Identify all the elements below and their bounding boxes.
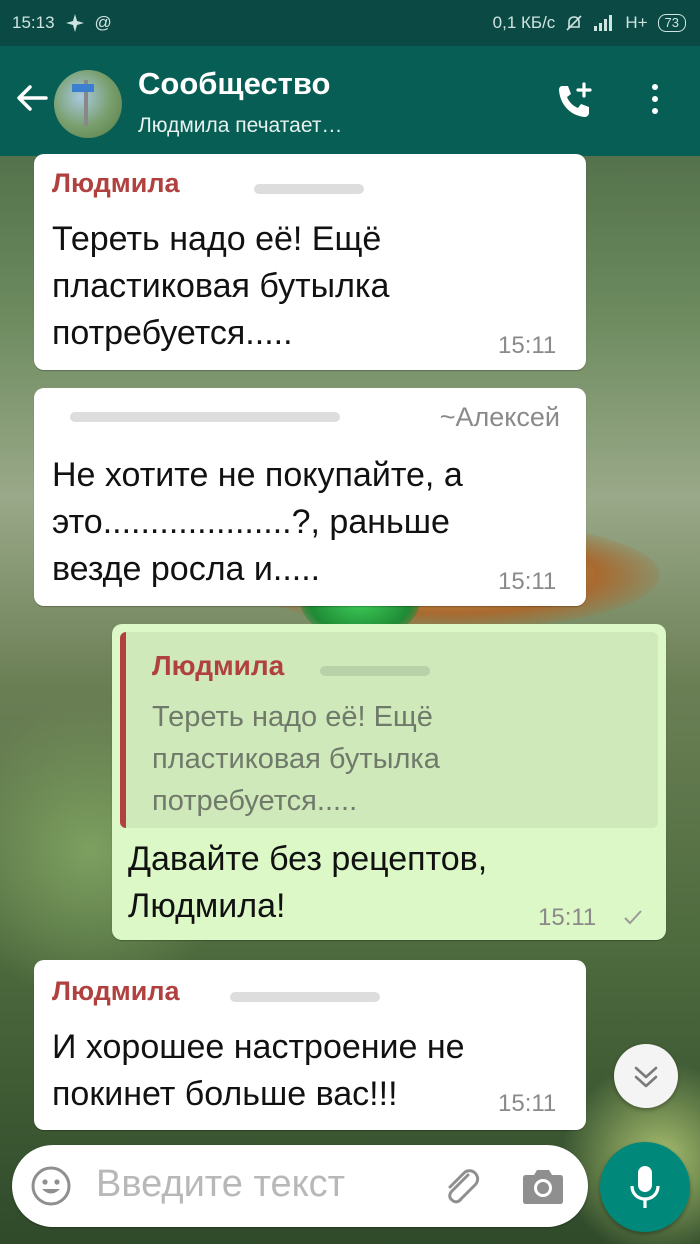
at-icon: @: [94, 13, 112, 32]
message-input[interactable]: Введите текст: [96, 1163, 345, 1206]
status-bar: 15:13 @ 0,1 КБ/с H+ 73: [0, 0, 700, 46]
message-input-bar: Введите текст: [12, 1145, 588, 1227]
message-bubble-incoming[interactable]: ~Алексей Не хотите не покупайте, а это..…: [34, 388, 586, 606]
blurred-sender-number: [230, 992, 380, 1002]
mic-icon: [630, 1166, 660, 1208]
check-icon: [624, 910, 642, 925]
blurred-sender-number: [70, 412, 340, 422]
quoted-sender: Людмила: [152, 650, 285, 681]
message-bubble-incoming[interactable]: Людмила И хорошее настроение не покинет …: [34, 960, 586, 1130]
typing-status: Людмила печатает…: [138, 114, 343, 137]
message-time: 15:11: [498, 332, 557, 359]
message-sender[interactable]: ~Алексей: [440, 402, 560, 433]
network-type: H+: [625, 13, 648, 32]
message-time: 15:11: [498, 1090, 557, 1117]
chat-header: Сообщество Людмила печатает…: [0, 46, 700, 156]
message-text: И хорошее настроение не покинет больше в…: [52, 1028, 465, 1113]
emoji-icon[interactable]: [30, 1165, 72, 1207]
message-sender[interactable]: Людмила: [52, 168, 180, 199]
message-sender[interactable]: Людмила: [52, 976, 180, 1007]
add-call-icon[interactable]: [552, 80, 596, 124]
muted-bell-icon: [566, 15, 582, 31]
quote-accent-bar: [120, 632, 126, 828]
group-avatar[interactable]: [54, 70, 122, 138]
mic-button[interactable]: [600, 1142, 690, 1232]
battery-indicator: 73: [657, 14, 686, 32]
blurred-sender-number: [254, 184, 364, 194]
message-text: Давайте без рецептов, Людмила!: [128, 840, 488, 925]
chevron-down-icon: [634, 1066, 658, 1088]
message-text: Тереть надо её! Ещё пластиковая бутылка …: [52, 220, 390, 352]
message-time: 15:11: [498, 568, 557, 595]
network-speed: 0,1 КБ/с: [492, 13, 556, 32]
clock: 15:13: [12, 13, 55, 32]
quoted-message[interactable]: Людмила Тереть надо её! Ещё пластиковая …: [120, 632, 658, 828]
chat-title[interactable]: Сообщество: [138, 66, 330, 102]
more-vert-icon[interactable]: [640, 84, 670, 124]
signal-icon: [594, 15, 613, 31]
message-text: Не хотите не покупайте, а это...........…: [52, 456, 463, 588]
sparkle-icon: [65, 14, 84, 32]
message-bubble-incoming[interactable]: Людмила Тереть надо её! Ещё пластиковая …: [34, 154, 586, 370]
camera-icon[interactable]: [520, 1165, 566, 1207]
message-bubble-outgoing[interactable]: Людмила Тереть надо её! Ещё пластиковая …: [112, 624, 666, 940]
blurred-sender-number: [320, 666, 430, 676]
message-time: 15:11: [538, 904, 597, 931]
back-arrow-icon[interactable]: [12, 78, 52, 118]
scroll-to-bottom-button[interactable]: [614, 1044, 678, 1108]
quoted-text: Тереть надо её! Ещё пластиковая бутылка …: [152, 701, 440, 817]
attach-icon[interactable]: [438, 1163, 484, 1209]
